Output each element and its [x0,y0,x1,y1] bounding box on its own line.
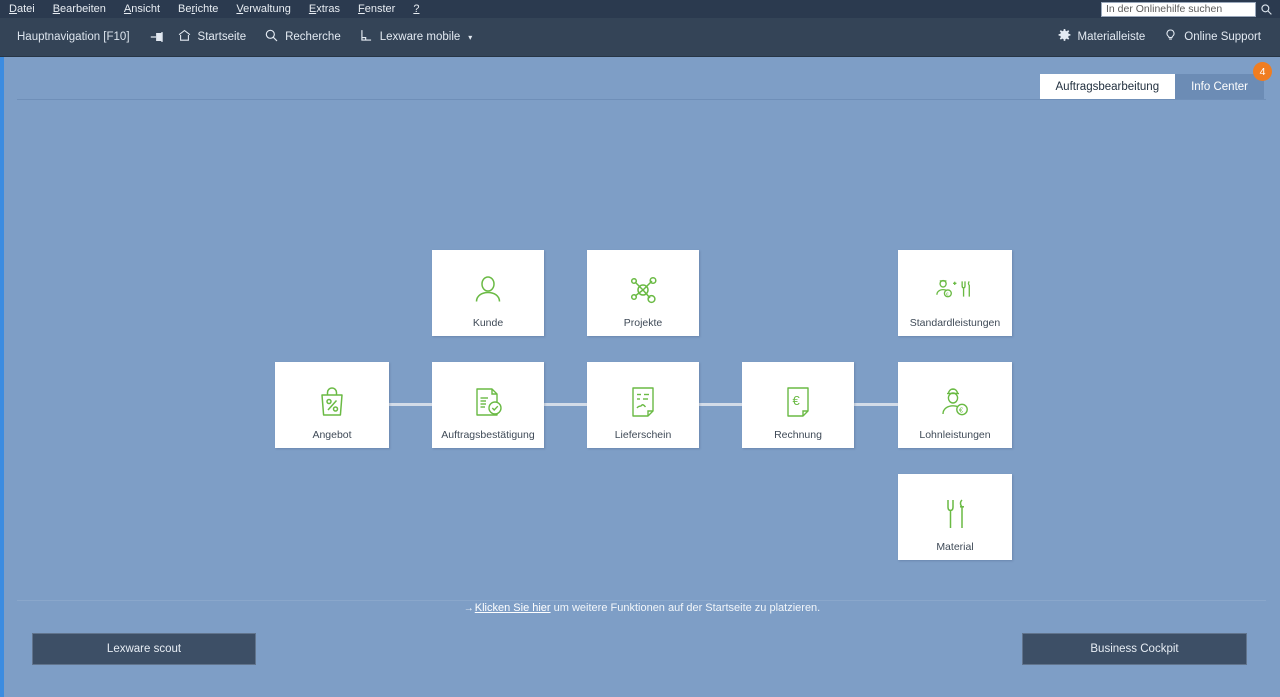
tile-label: Projekte [623,317,663,329]
offer-bag-icon [316,382,348,422]
worker-euro-icon: € [938,382,972,422]
invoice-euro-icon: € [783,382,813,422]
svg-text:€: € [793,393,801,408]
document-check-icon [471,382,505,422]
delivery-note-icon [627,382,659,422]
person-icon [471,270,505,310]
worker-tools-icon: € [935,270,975,310]
toolbar-button-online-support[interactable]: Online Support [1154,22,1270,52]
tile-label: Material [936,541,974,553]
menu-item-datei[interactable]: Datei [0,0,44,18]
tools-icon [940,494,970,534]
toolbar-button-label: Recherche [285,31,341,43]
customize-note: →Klicken Sie hier um weitere Funktionen … [4,602,1280,614]
main-toolbar: Hauptnavigation [F10] Startseite Recherc… [0,18,1280,57]
business-cockpit-button[interactable]: Business Cockpit [1022,633,1247,665]
menu-item-ansicht[interactable]: Ansicht [115,0,169,18]
tile-label: Angebot [312,429,352,441]
search-icon[interactable] [1256,1,1276,18]
help-search [1101,1,1276,18]
lexware-scout-button[interactable]: Lexware scout [32,633,256,665]
menu-item-bearbeiten[interactable]: Bearbeiten [44,0,115,18]
button-label: Lexware scout [106,643,182,655]
content-area: Auftragsbearbeitung Info Center 4 Kunde … [0,57,1280,697]
button-label: Business Cockpit [1090,643,1179,655]
mobile-icon [359,28,374,46]
tile-label: Rechnung [774,429,822,441]
tile-label: Lohnleistungen [919,429,991,441]
toolbar-button-lexware-mobile[interactable]: Lexware mobile ▾ [350,22,482,52]
connector-line [699,403,742,406]
tile-standardleistungen[interactable]: € Standardleistungen [898,250,1012,336]
home-icon [177,28,192,46]
customize-note-text: um weitere Funktionen auf der Startseite… [550,602,821,614]
search-icon [264,28,279,46]
menu-item-extras[interactable]: Extras [300,0,349,18]
tile-lohnleistungen[interactable]: € Lohnleistungen [898,362,1012,448]
menu-bar: Datei Bearbeiten Ansicht Berichte Verwal… [0,0,1280,18]
lightbulb-icon [1163,28,1178,46]
divider-bottom [17,600,1266,601]
toolbar-right-group: Materialleiste Online Support [1036,22,1280,52]
tile-lieferschein[interactable]: Lieferschein [587,362,699,448]
toolbar-title: Hauptnavigation [F10] [17,31,130,43]
menu-item-verwaltung[interactable]: Verwaltung [227,0,299,18]
toolbar-button-recherche[interactable]: Recherche [255,22,350,52]
toolbar-button-label: Lexware mobile [379,31,461,43]
tile-kunde[interactable]: Kunde [432,250,544,336]
toolbar-button-materialleiste[interactable]: Materialleiste [1048,22,1155,52]
svg-text:€: € [946,292,949,298]
menu-item-berichte[interactable]: Berichte [169,0,227,18]
tile-label: Standardleistungen [909,317,1001,329]
tile-projekte[interactable]: Projekte [587,250,699,336]
tile-label: Lieferschein [614,429,672,441]
gear-icon [1057,28,1072,46]
tile-material[interactable]: Material [898,474,1012,560]
menu-item-help[interactable]: ? [404,0,428,18]
pin-icon[interactable] [146,26,168,48]
arrow-right-icon: → [463,603,474,614]
tile-angebot[interactable]: Angebot [275,362,389,448]
tile-rechnung[interactable]: € Rechnung [742,362,854,448]
toolbar-button-label: Materialleiste [1077,31,1146,43]
customize-link[interactable]: Klicken Sie hier [475,602,551,614]
toolbar-button-startseite[interactable]: Startseite [168,22,256,52]
network-icon [626,270,660,310]
tile-label: Auftragsbestätigung [441,429,535,441]
search-input[interactable] [1101,1,1256,17]
connector-line [854,403,898,406]
menu-item-fenster[interactable]: Fenster [349,0,404,18]
connector-line [544,403,587,406]
toolbar-button-label: Online Support [1184,31,1261,43]
tile-auftragsbestaetigung[interactable]: Auftragsbestätigung [432,362,544,448]
connector-line [389,403,432,406]
workflow-canvas: Kunde Projekte € Standardleistungen Ange… [4,57,1280,697]
tile-label: Kunde [472,317,504,329]
chevron-down-icon: ▾ [468,32,473,42]
toolbar-button-label: Startseite [197,31,247,43]
app-window: Datei Bearbeiten Ansicht Berichte Verwal… [0,0,1280,697]
